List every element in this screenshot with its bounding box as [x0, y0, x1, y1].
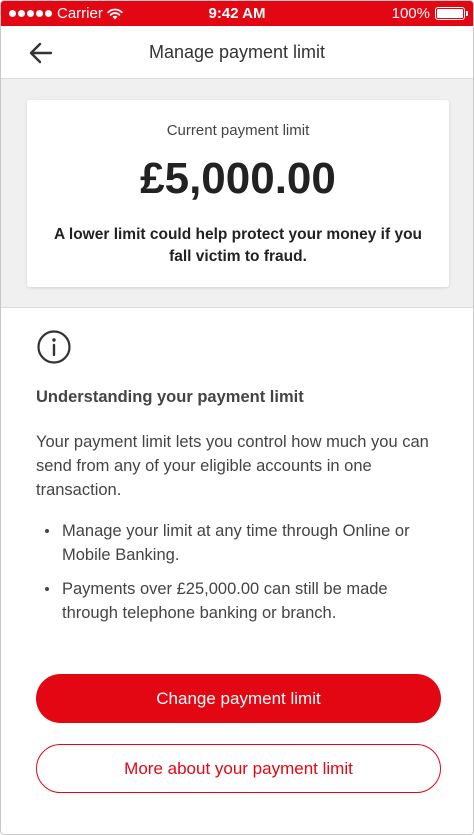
limit-summary-area: Current payment limit £5,000.00 A lower … [1, 79, 473, 308]
bullet-text: Manage your limit at any time through On… [62, 522, 410, 564]
info-icon [37, 330, 71, 364]
change-payment-limit-button[interactable]: Change payment limit [36, 674, 441, 723]
page-header: Manage payment limit [1, 26, 473, 79]
bullet-dot [45, 587, 49, 591]
battery-percentage: 100% [391, 5, 430, 22]
list-item: Manage your limit at any time through On… [36, 519, 446, 567]
fraud-warning-note: A lower limit could help protect your mo… [53, 226, 423, 265]
more-about-payment-limit-button[interactable]: More about your payment limit [36, 744, 441, 793]
list-item: Payments over £25,000.00 can still be ma… [36, 577, 446, 625]
current-limit-label: Current payment limit [166, 122, 310, 139]
bullet-text: Payments over £25,000.00 can still be ma… [62, 580, 388, 622]
phone-screen: Carrier 9:42 AM 100% Manage payment limi… [0, 0, 474, 835]
battery-icon [435, 7, 468, 20]
current-limit-amount: £5,000.00 [140, 154, 336, 203]
page-title: Manage payment limit [148, 42, 326, 62]
info-section: Understanding your payment limit Your pa… [1, 308, 473, 834]
bullet-dot [45, 529, 49, 533]
info-body-text: Your payment limit lets you control how … [36, 433, 429, 499]
info-heading: Understanding your payment limit [36, 388, 304, 406]
info-bullet-list: Manage your limit at any time through On… [36, 519, 446, 635]
status-right: 100% [391, 5, 468, 22]
status-bar: Carrier 9:42 AM 100% [1, 1, 473, 26]
current-limit-card: Current payment limit £5,000.00 A lower … [27, 100, 449, 287]
